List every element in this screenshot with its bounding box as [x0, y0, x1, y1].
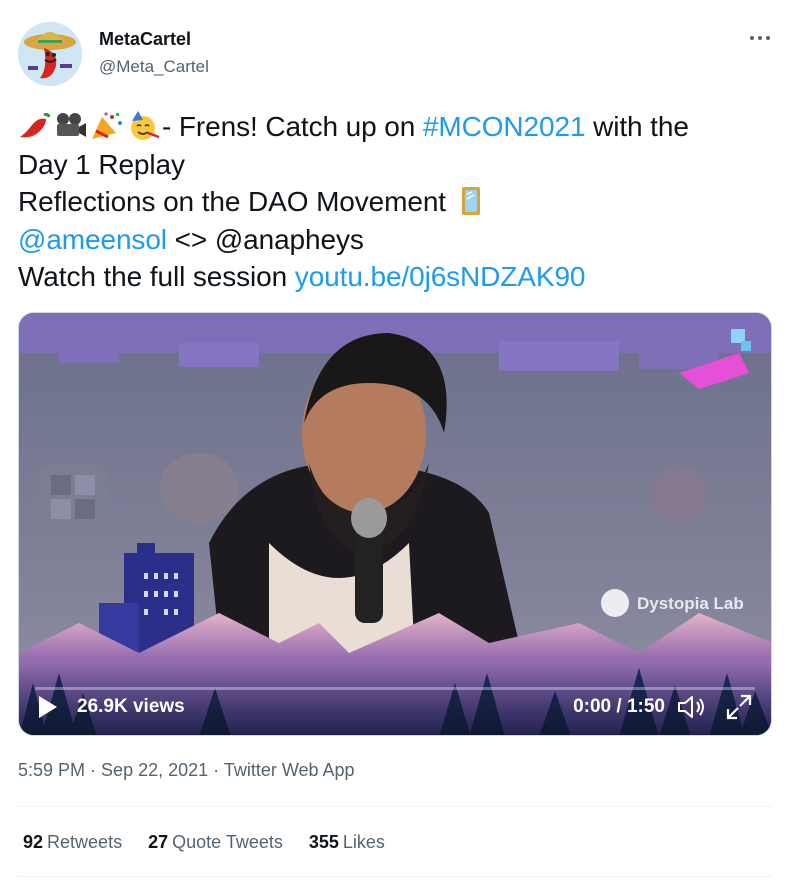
movie-camera-icon — [57, 113, 86, 137]
tweet-source[interactable]: Twitter Web App — [224, 760, 355, 780]
tweet-line-2: Day 1 Replay — [18, 148, 185, 180]
video-player[interactable]: Dystopia Lab 26.9K views 0:00 / 1:50 — [18, 312, 772, 736]
hashtag-link[interactable]: #MCON2021 — [423, 111, 586, 142]
divider — [18, 806, 772, 807]
view-count: 26.9K views — [77, 696, 185, 717]
backdrop-sign-text: Dystopia Lab — [637, 594, 744, 613]
fullscreen-icon[interactable] — [725, 693, 753, 721]
quote-tweets-count: 27 — [148, 832, 169, 852]
tweet-line-1: - Frens! Catch up on #MCON2021 with the — [18, 108, 778, 146]
tweet: MetaCartel @Meta_Cartel - Frens! Catch u… — [0, 0, 790, 880]
tweet-text-segment: with the — [585, 111, 689, 142]
likes-count: 355 — [308, 832, 339, 852]
mention-anapheys-text: @anapheys — [214, 223, 364, 255]
quote-tweets-label: Quote Tweets — [172, 832, 283, 852]
party-popper-icon — [92, 112, 122, 139]
quote-tweets-stat[interactable]: 27 Quote Tweets — [148, 832, 283, 853]
video-time: 0:00 / 1:50 — [573, 696, 665, 717]
likes-label: Likes — [342, 832, 385, 852]
author-name[interactable]: MetaCartel — [99, 29, 191, 50]
play-icon[interactable] — [37, 695, 59, 719]
youtube-link[interactable]: youtu.be/0j6sNDZAK90 — [295, 261, 586, 292]
tweet-time[interactable]: 5:59 PM — [18, 760, 85, 780]
tweet-timestamp: 5:59 PM · Sep 22, 2021 · Twitter Web App — [18, 760, 355, 781]
retweets-label: Retweets — [47, 832, 123, 852]
volume-icon[interactable] — [677, 694, 707, 720]
chili-pepper-icon — [20, 112, 51, 138]
tweet-line-4: @ameensol <> @anapheys — [18, 221, 778, 259]
tweet-line-5: Watch the full session youtu.be/0j6sNDZA… — [18, 258, 778, 296]
mirror-icon — [461, 187, 480, 215]
tweet-text: - Frens! Catch up on #MCON2021 with the … — [18, 108, 778, 296]
partying-face-icon — [131, 111, 160, 140]
divider — [18, 876, 772, 877]
mention-ameensol-link[interactable]: @ameensol — [18, 224, 167, 255]
tweet-date[interactable]: Sep 22, 2021 — [101, 760, 208, 780]
retweets-count: 92 — [23, 832, 44, 852]
tweet-text-segment: - Frens! Catch up on — [162, 111, 423, 142]
more-options-icon[interactable] — [744, 26, 776, 50]
tweet-text-segment: <> — [166, 223, 215, 255]
likes-stat[interactable]: 355 Likes — [309, 832, 385, 853]
video-progress-bar[interactable] — [35, 687, 755, 690]
tweet-text-segment: Watch the full session — [18, 261, 295, 292]
tweet-text-segment: Reflections on the DAO Movement — [18, 186, 454, 217]
separator-dot: · — [208, 760, 224, 780]
tweet-line-3: Reflections on the DAO Movement — [18, 183, 778, 221]
retweets-stat[interactable]: 92 Retweets — [23, 832, 122, 853]
author-handle[interactable]: @Meta_Cartel — [99, 57, 209, 77]
chili-mascot-icon — [18, 22, 82, 86]
separator-dot: · — [85, 760, 102, 780]
author-avatar[interactable] — [18, 22, 82, 86]
video-controls: 26.9K views 0:00 / 1:50 — [19, 665, 771, 735]
engagement-stats: 92 Retweets 27 Quote Tweets 355 Likes — [23, 832, 385, 853]
